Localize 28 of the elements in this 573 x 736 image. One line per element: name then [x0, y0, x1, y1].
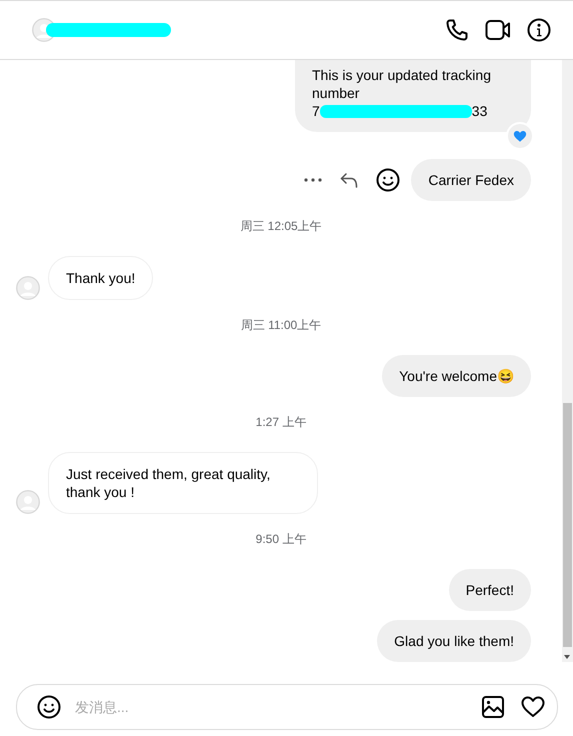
emoji-icon[interactable]: [376, 168, 400, 192]
heart-icon: [513, 130, 527, 142]
message-text: This is your updated tracking number: [312, 67, 491, 101]
message-text: Carrier Fedex: [428, 172, 514, 188]
message-timestamp: 周三 12:05上午: [240, 218, 322, 235]
message-timestamp: 9:50 上午: [256, 531, 306, 548]
phone-icon[interactable]: [445, 18, 469, 42]
message-text: Glad you like them!: [394, 633, 514, 649]
avatar-icon: [16, 490, 40, 514]
message-input[interactable]: 发消息...: [75, 699, 467, 715]
message-text: Just received them, great quality, thank you !: [66, 466, 270, 500]
scrollbar[interactable]: [562, 60, 573, 662]
image-icon[interactable]: [481, 695, 505, 719]
reply-icon[interactable]: [340, 172, 358, 188]
message-timestamp: 1:27 上午: [256, 414, 306, 431]
heart-icon[interactable]: [521, 696, 545, 718]
avatar-icon: [16, 276, 40, 300]
message-timestamp: 周三 11:00上午: [240, 317, 322, 334]
message-text: 7: [312, 102, 320, 120]
message-text: Thank you!: [66, 270, 136, 286]
emoji-icon[interactable]: [37, 695, 61, 719]
more-icon[interactable]: [304, 178, 322, 182]
message-composer[interactable]: 发消息...: [16, 684, 558, 730]
message-text: Perfect!: [466, 582, 514, 598]
info-icon[interactable]: [527, 18, 551, 42]
message-text: 33: [472, 102, 488, 120]
message-text: You're welcome😆: [399, 368, 514, 384]
video-camera-icon[interactable]: [485, 18, 511, 42]
